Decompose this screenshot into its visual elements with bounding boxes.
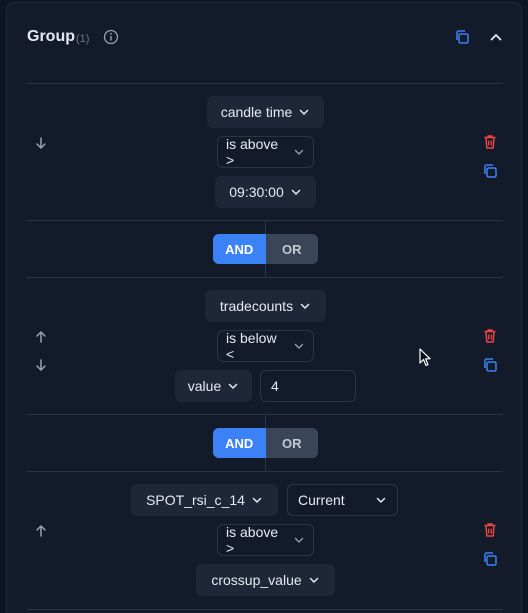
condition-3-value-select[interactable]: crossup_value	[196, 564, 335, 596]
chevron-down-icon	[293, 146, 305, 158]
condition-3-period-label: Current	[298, 492, 345, 508]
chevron-down-icon	[293, 340, 305, 352]
condition-1-value-label: 09:30:00	[229, 184, 284, 200]
info-icon[interactable]	[103, 29, 119, 45]
connector-1-or-option[interactable]: OR	[265, 234, 318, 264]
divider	[27, 471, 503, 472]
collapse-chevron-up-icon[interactable]	[487, 28, 505, 46]
condition-3-period-select[interactable]: Current	[287, 484, 398, 516]
condition-1-value-select[interactable]: 09:30:00	[215, 176, 316, 208]
chevron-down-icon	[227, 380, 239, 392]
chevron-down-icon	[308, 574, 320, 586]
condition-2-operator-select[interactable]: is below <	[217, 330, 314, 362]
condition-2-operator-label: is below <	[226, 330, 277, 362]
move-down-arrow-icon[interactable]	[32, 134, 50, 152]
group-header: Group (1)	[27, 25, 119, 49]
divider	[27, 609, 503, 610]
group-panel: Group (1) candle time is above > 09:30:0…	[6, 2, 522, 613]
move-down-arrow-icon[interactable]	[32, 356, 50, 374]
condition-3-field-label: SPOT_rsi_c_14	[146, 492, 245, 508]
mouse-cursor-icon	[419, 348, 431, 373]
delete-condition-3-trash-icon[interactable]	[481, 521, 499, 539]
condition-3-operator-label: is above >	[226, 524, 279, 556]
condition-2-field-label: tradecounts	[219, 298, 294, 314]
condition-3-field-select[interactable]: SPOT_rsi_c_14	[131, 484, 278, 516]
condition-1-field-select[interactable]: candle time	[207, 96, 324, 128]
condition-2-value-type-label: value	[187, 378, 222, 394]
connector-1-and-option[interactable]: AND	[213, 234, 266, 264]
chevron-down-icon	[290, 186, 302, 198]
chevron-down-icon	[293, 534, 305, 546]
copy-condition-1-icon[interactable]	[481, 162, 499, 180]
group-title: Group	[27, 28, 75, 45]
condition-1-field-label: candle time	[220, 104, 293, 120]
condition-3-operator-select[interactable]: is above >	[217, 524, 314, 556]
copy-condition-2-icon[interactable]	[481, 356, 499, 374]
connector-2-and-or-toggle[interactable]: AND OR	[213, 428, 318, 458]
divider	[27, 277, 503, 278]
chevron-down-icon	[251, 494, 263, 506]
copy-condition-3-icon[interactable]	[481, 550, 499, 568]
copy-group-icon[interactable]	[453, 28, 471, 46]
condition-1-operator-select[interactable]: is above >	[217, 136, 314, 168]
divider	[27, 83, 503, 84]
condition-1-operator-label: is above >	[226, 136, 279, 168]
delete-condition-2-trash-icon[interactable]	[481, 327, 499, 345]
chevron-down-icon	[299, 300, 311, 312]
connector-1-and-or-toggle[interactable]: AND OR	[213, 234, 318, 264]
delete-condition-1-trash-icon[interactable]	[481, 133, 499, 151]
chevron-down-icon	[375, 494, 387, 506]
group-count: (1)	[76, 32, 90, 45]
condition-3-value-label: crossup_value	[211, 572, 302, 588]
connector-2-or-option[interactable]: OR	[265, 428, 318, 458]
connector-2-and-option[interactable]: AND	[213, 428, 266, 458]
condition-2-value-type-select[interactable]: value	[175, 370, 252, 402]
move-up-arrow-icon[interactable]	[32, 328, 50, 346]
condition-2-value-input[interactable]: 4	[260, 370, 356, 402]
move-up-arrow-icon[interactable]	[32, 522, 50, 540]
condition-2-field-select[interactable]: tradecounts	[205, 290, 326, 322]
chevron-down-icon	[298, 106, 310, 118]
